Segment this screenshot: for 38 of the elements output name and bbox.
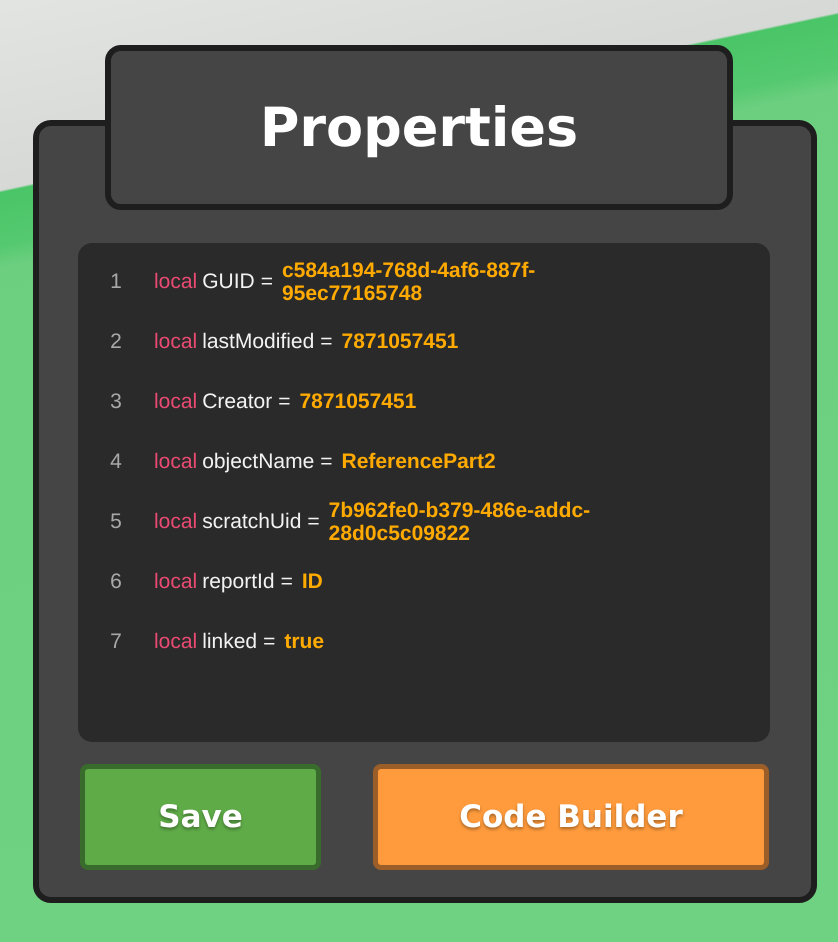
keyword: local xyxy=(154,510,198,534)
keyword: local xyxy=(154,570,198,594)
variable-name: linked xyxy=(202,630,258,654)
operator: = xyxy=(280,570,293,594)
operator: = xyxy=(307,510,320,534)
code-builder-button[interactable]: Code Builder xyxy=(373,764,769,870)
keyword: local xyxy=(154,330,198,354)
variable-value: 7871057451 xyxy=(300,390,416,414)
operator: = xyxy=(278,390,290,414)
variable-name: reportId xyxy=(202,570,275,594)
keyword: local xyxy=(154,630,198,654)
keyword: local xyxy=(154,270,198,294)
line-number: 5 xyxy=(109,510,123,534)
variable-name: lastModified xyxy=(202,330,314,354)
operator: = xyxy=(320,330,333,354)
operator: = xyxy=(263,630,276,654)
line-number: 2 xyxy=(109,330,123,354)
keyword: local xyxy=(154,390,198,414)
panel-title: Properties xyxy=(260,96,578,159)
operator: = xyxy=(320,450,333,474)
line-number: 7 xyxy=(109,630,123,654)
variable-value: 7871057451 xyxy=(342,330,458,354)
operator: = xyxy=(260,270,273,294)
variable-name: GUID xyxy=(202,270,255,294)
variable-value: 7b962fe0-b379-486e-addc-28d0c5c09822 xyxy=(328,498,592,546)
line-number: 4 xyxy=(109,450,123,474)
variable-name: scratchUid xyxy=(202,510,302,534)
variable-name: objectName xyxy=(202,450,314,474)
variable-value: ID xyxy=(302,570,323,594)
keyword: local xyxy=(154,450,198,474)
variable-value: true xyxy=(284,630,324,654)
line-number: 3 xyxy=(109,390,123,414)
variable-value: ReferencePart2 xyxy=(342,450,496,474)
line-number: 1 xyxy=(109,270,123,294)
line-number: 6 xyxy=(109,570,123,594)
variable-name: Creator xyxy=(202,390,272,414)
save-button[interactable]: Save xyxy=(80,764,321,870)
variable-value: c584a194-768d-4af6-887f-95ec77165748 xyxy=(282,258,536,306)
